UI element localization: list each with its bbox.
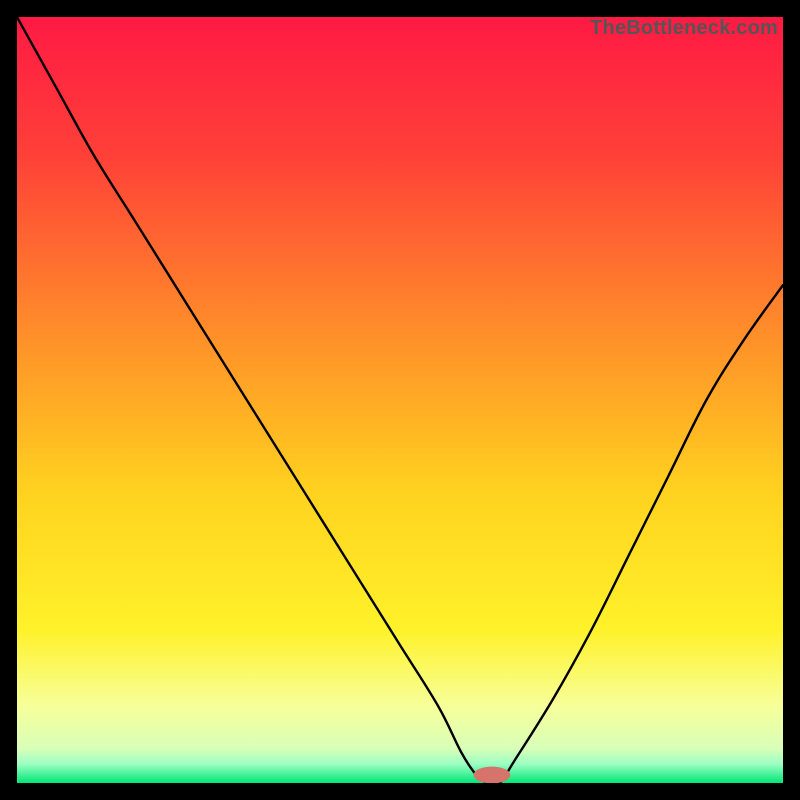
gradient-background xyxy=(17,17,783,783)
chart-frame: TheBottleneck.com xyxy=(0,0,800,800)
optimal-point-marker xyxy=(474,767,511,783)
watermark-text: TheBottleneck.com xyxy=(590,17,778,40)
plot-area: TheBottleneck.com xyxy=(17,17,783,783)
bottleneck-chart xyxy=(17,17,783,783)
